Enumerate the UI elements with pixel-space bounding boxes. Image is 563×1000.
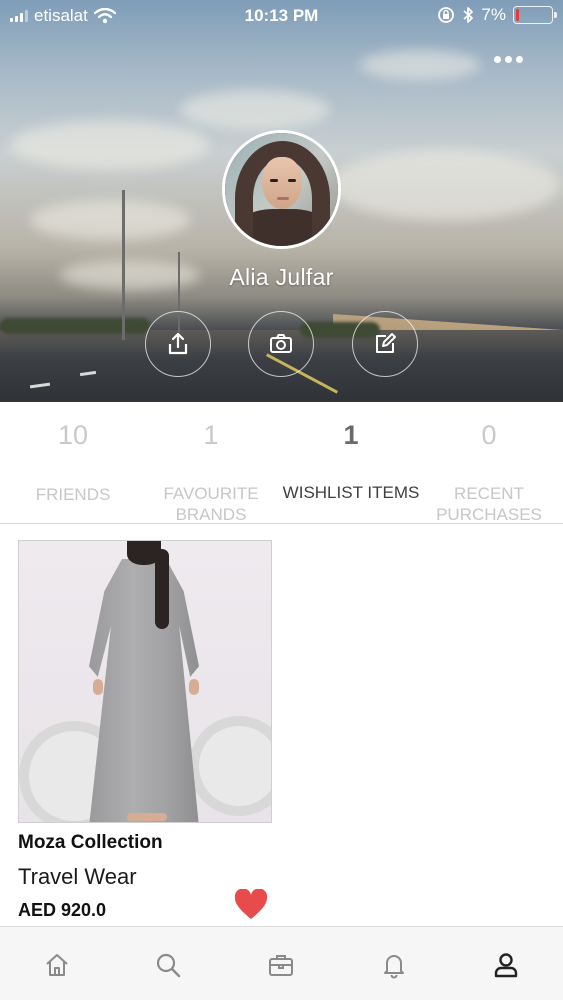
briefcase-icon	[269, 955, 293, 976]
stat-friends[interactable]: 10 FRIENDS	[3, 402, 143, 505]
product-name: Travel Wear	[18, 864, 137, 889]
tab-search[interactable]	[148, 945, 188, 985]
stat-label: WISHLIST ITEMS	[282, 483, 420, 502]
stat-count: 0	[481, 420, 497, 450]
product-image[interactable]	[18, 540, 272, 823]
stat-count: 1	[343, 420, 359, 450]
battery-percent: 7%	[481, 5, 506, 24]
stat-recent-purchases[interactable]: 0 RECENT PURCHASES	[419, 402, 559, 525]
share-icon	[168, 332, 188, 355]
tab-bar	[0, 926, 563, 1000]
stat-favourite-brands[interactable]: 1 FAVOURITE BRANDS	[141, 402, 281, 525]
stat-label: RECENT PURCHASES	[436, 484, 542, 524]
more-dots-icon[interactable]	[494, 56, 523, 63]
tab-notifications[interactable]	[374, 945, 414, 985]
bluetooth-icon	[463, 7, 474, 23]
status-bar: etisalat 10:13 PM 7%	[0, 0, 563, 32]
battery-icon	[513, 6, 557, 24]
camera-icon	[270, 334, 292, 353]
bell-icon	[384, 955, 404, 979]
stat-label: FRIENDS	[35, 485, 111, 504]
stat-wishlist-items[interactable]: 1 WISHLIST ITEMS	[281, 402, 421, 503]
avatar[interactable]	[222, 130, 341, 249]
edit-profile-button[interactable]	[352, 311, 418, 377]
tab-home[interactable]	[37, 945, 77, 985]
home-icon	[46, 954, 68, 976]
profile-stats: 10 FRIENDS 1 FAVOURITE BRANDS 1 WISHLIST…	[0, 402, 563, 524]
stat-label: FAVOURITE BRANDS	[163, 484, 259, 524]
profile-header: etisalat 10:13 PM 7% Alia Julfar	[0, 0, 563, 402]
search-icon	[156, 953, 181, 978]
tab-shop[interactable]	[261, 945, 301, 985]
stat-count: 1	[203, 420, 219, 450]
edit-icon	[376, 333, 396, 353]
profile-name: Alia Julfar	[229, 264, 334, 290]
stat-count: 10	[57, 420, 89, 450]
heart-icon[interactable]	[234, 889, 268, 921]
camera-button[interactable]	[248, 311, 314, 377]
user-icon	[494, 953, 518, 978]
tab-profile[interactable]	[486, 945, 526, 985]
orientation-lock-icon	[438, 7, 455, 23]
product-brand: Moza Collection	[18, 832, 163, 853]
wishlist-item[interactable]: Moza Collection Travel Wear AED 920.0	[18, 540, 274, 921]
share-button[interactable]	[145, 311, 211, 377]
